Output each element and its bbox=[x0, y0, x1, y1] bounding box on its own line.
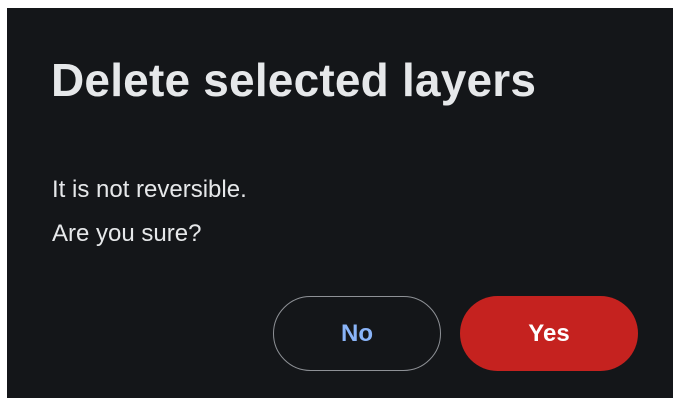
dialog-message: It is not reversible. Are you sure? bbox=[52, 168, 247, 256]
yes-button[interactable]: Yes bbox=[460, 296, 638, 371]
no-button[interactable]: No bbox=[273, 296, 441, 371]
dialog-message-line-2: Are you sure? bbox=[52, 220, 202, 247]
dialog-message-line-1: It is not reversible. bbox=[52, 176, 247, 203]
delete-layers-dialog: Delete selected layers It is not reversi… bbox=[7, 8, 673, 398]
dialog-title: Delete selected layers bbox=[51, 54, 537, 106]
